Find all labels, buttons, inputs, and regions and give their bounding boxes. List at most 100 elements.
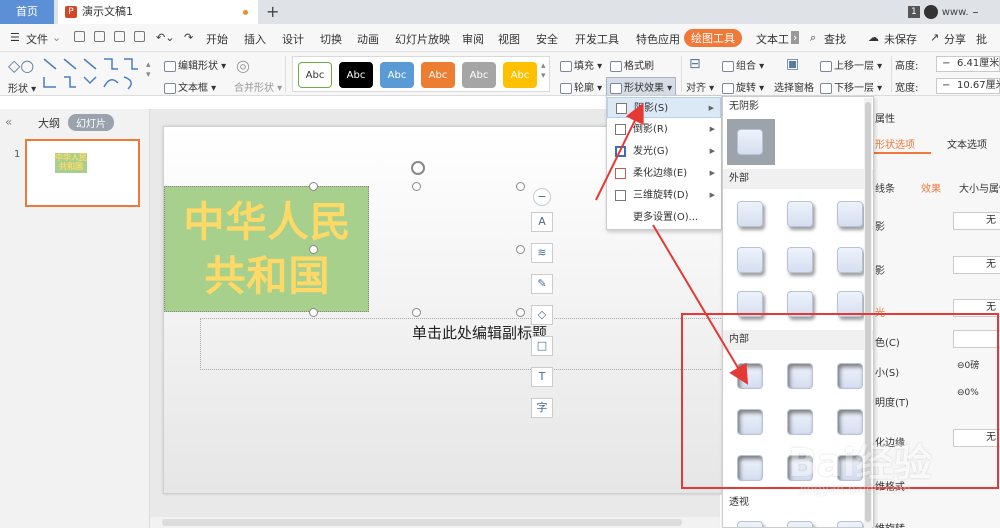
fill-button[interactable]: 填充 ▾ xyxy=(560,57,602,72)
inner-shadow-tile[interactable] xyxy=(737,409,763,435)
menu-scroll-right-icon[interactable]: › xyxy=(791,31,800,44)
outer-shadow-tile[interactable] xyxy=(787,201,813,227)
redo-icon[interactable]: ↷ xyxy=(184,31,193,44)
char-tool-button[interactable]: 字 xyxy=(531,398,553,418)
shapes-icon[interactable]: ◇○ xyxy=(8,56,34,75)
inner-shadow-tile[interactable] xyxy=(837,409,863,435)
new-tab-button[interactable]: + xyxy=(266,0,279,24)
text-box-button[interactable]: 文本框 ▾ xyxy=(164,79,216,94)
menu-item-soft-edge[interactable]: 柔化边缘(E) ▶ xyxy=(607,163,721,184)
submenu-scrollbar-thumb[interactable] xyxy=(865,102,871,522)
shadow-select[interactable]: 无 xyxy=(953,212,1000,230)
style-swatch-gray[interactable]: Abc xyxy=(462,62,496,88)
size-decrement[interactable]: ⊖ xyxy=(957,361,965,371)
fill-tool-button[interactable]: ◇ xyxy=(531,305,553,325)
inner-shadow-tile[interactable] xyxy=(787,409,813,435)
cloud-icon[interactable]: ☁ xyxy=(868,31,879,44)
tab-home[interactable]: 首页 xyxy=(0,0,54,24)
height-decrement[interactable]: − xyxy=(942,57,950,71)
menu-item-more-settings[interactable]: 更多设置(O)... xyxy=(607,207,721,228)
edit-shape-button[interactable]: 编辑形状 ▾ xyxy=(164,57,226,72)
tab-shape-options[interactable]: 形状选项 xyxy=(875,136,915,151)
size-slider[interactable]: ⊖0磅 xyxy=(957,358,979,371)
comment-button[interactable]: 批 xyxy=(976,31,987,47)
chevron-down-icon[interactable]: ⌄ xyxy=(52,31,61,44)
tab-document[interactable]: P 演示文稿1 xyxy=(58,0,258,24)
glow-select[interactable]: 无 xyxy=(953,299,1000,317)
selection-pane-button[interactable]: 选择窗格 xyxy=(774,79,814,94)
share-icon[interactable]: ↗ xyxy=(930,31,939,44)
menu-item-3d-rotation[interactable]: 三维旋转(D) ▶ xyxy=(607,185,721,206)
perspective-shadow-tile[interactable] xyxy=(787,521,813,527)
perspective-shadow-tile[interactable] xyxy=(737,521,763,527)
menu-item-view[interactable]: 视图 xyxy=(498,31,520,47)
menu-item-reflection[interactable]: 倒影(R) ▶ xyxy=(607,119,721,140)
resize-handle-ne[interactable] xyxy=(516,182,525,191)
menu-item-security[interactable]: 安全 xyxy=(536,31,558,47)
style-swatch-black[interactable]: Abc xyxy=(339,62,373,88)
menu-item-insert[interactable]: 插入 xyxy=(244,31,266,47)
style-gallery-scroll-icon[interactable]: ▴ ▾ xyxy=(541,61,546,81)
tab-slides[interactable]: 幻灯片 xyxy=(68,114,114,131)
resize-handle-se[interactable] xyxy=(516,308,525,317)
soft-edge-select[interactable]: 无 xyxy=(953,429,1000,447)
reflect-select[interactable]: 无 xyxy=(953,256,1000,274)
text-tool-button[interactable]: T xyxy=(531,367,553,387)
inner-shadow-tile[interactable] xyxy=(737,455,763,481)
menu-file[interactable]: 文件 xyxy=(26,31,48,47)
align-icon[interactable]: ⊟ xyxy=(689,56,701,72)
subtab-line[interactable]: 线条 xyxy=(875,180,895,195)
search-icon[interactable]: ⌕ xyxy=(810,31,816,45)
outline-button[interactable]: 轮廓 ▾ xyxy=(560,79,602,94)
hamburger-icon[interactable]: ☰ xyxy=(10,31,20,44)
transparency-decrement[interactable]: ⊖ xyxy=(957,388,965,398)
resize-handle-n[interactable] xyxy=(412,182,421,191)
avatar[interactable] xyxy=(923,5,938,19)
resize-handle-s[interactable] xyxy=(412,308,421,317)
color-select[interactable] xyxy=(953,330,1000,348)
style-swatch-white[interactable]: Abc xyxy=(298,62,332,88)
menu-item-slideshow[interactable]: 幻灯片放映 xyxy=(395,31,450,47)
shape-effect-button[interactable]: 形状效果 ▾ xyxy=(606,77,677,96)
menu-item-start[interactable]: 开始 xyxy=(206,31,228,47)
menu-item-glow[interactable]: 发光(G) ▶ xyxy=(607,141,721,162)
share-button[interactable]: 分享 xyxy=(944,31,966,47)
menu-item-features[interactable]: 特色应用 xyxy=(636,31,680,47)
group-button[interactable]: 组合 ▾ xyxy=(722,57,764,72)
menu-item-animation[interactable]: 动画 xyxy=(357,31,379,47)
bring-forward-button[interactable]: 上移一层 ▾ xyxy=(820,57,882,72)
transparency-slider[interactable]: ⊖0% xyxy=(957,388,979,398)
menu-item-drawing-tools[interactable]: 绘图工具 xyxy=(684,29,742,47)
line-shapes-gallery[interactable] xyxy=(40,55,142,93)
minimize-button[interactable]: – xyxy=(973,5,979,19)
outer-shadow-tile[interactable] xyxy=(737,291,763,317)
merge-shape-button[interactable]: 合并形状 ▾ xyxy=(234,79,282,94)
format-painter-button[interactable]: 格式刷 xyxy=(610,57,654,72)
width-field[interactable]: −10.67厘米 xyxy=(936,78,1000,94)
style-swatch-gold[interactable]: Abc xyxy=(503,62,537,88)
resize-handle-e[interactable] xyxy=(516,245,525,254)
text-style-button[interactable]: A xyxy=(531,212,553,232)
account-text[interactable]: www. xyxy=(942,7,969,18)
preview-icon[interactable] xyxy=(134,31,145,45)
resize-handle-w[interactable] xyxy=(309,245,318,254)
search-button[interactable]: 查找 xyxy=(824,31,846,47)
send-backward-button[interactable]: 下移一层 ▾ xyxy=(820,79,882,94)
subtab-size[interactable]: 大小与属性 xyxy=(959,180,1000,195)
rotate-handle[interactable] xyxy=(411,161,425,175)
inner-shadow-tile[interactable] xyxy=(737,363,763,389)
window-count-badge[interactable]: 1 xyxy=(908,6,920,18)
outer-shadow-tile[interactable] xyxy=(837,201,863,227)
scrollbar-thumb[interactable] xyxy=(162,519,682,526)
layers-button[interactable]: ≋ xyxy=(531,243,553,263)
height-field[interactable]: −6.41厘米 xyxy=(936,56,1000,72)
rotate-button[interactable]: 旋转 ▾ xyxy=(722,79,764,94)
perspective-shadow-tile[interactable] xyxy=(837,521,863,527)
horizontal-scrollbar[interactable] xyxy=(150,517,720,528)
no-shadow-tile[interactable] xyxy=(737,129,763,155)
collapse-tools-button[interactable]: − xyxy=(533,188,551,206)
tab-text-options[interactable]: 文本选项 xyxy=(947,136,987,151)
style-swatch-blue[interactable]: Abc xyxy=(380,62,414,88)
selection-pane-icon[interactable]: ▣ xyxy=(786,56,799,72)
outer-shadow-tile[interactable] xyxy=(787,247,813,273)
